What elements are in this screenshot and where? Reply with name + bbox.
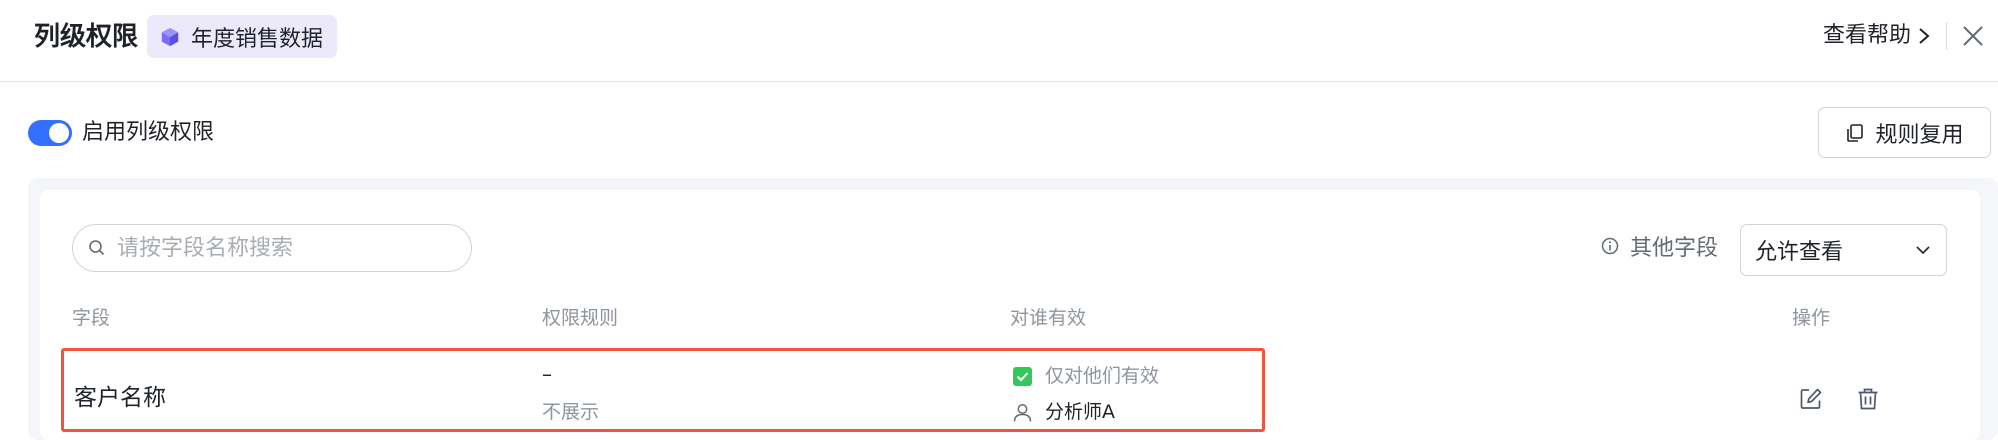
other-fields-select[interactable]: 允许查看 xyxy=(1740,224,1947,276)
user-icon xyxy=(1013,403,1032,422)
other-fields-label: 其他字段 xyxy=(1630,236,1719,261)
dataset-name: 年度销售数据 xyxy=(191,26,324,52)
row-scope-label: 仅对他们有效 xyxy=(1045,365,1160,387)
toggle-label: 启用列级权限 xyxy=(82,120,215,145)
close-icon[interactable] xyxy=(1958,21,1988,51)
dataset-tag: 年度销售数据 xyxy=(147,15,338,58)
cube-icon xyxy=(161,27,179,46)
row-member: 分析师A xyxy=(1012,398,1115,426)
toggle-knob xyxy=(49,123,69,143)
help-link[interactable]: 查看帮助 xyxy=(1823,20,1931,52)
edit-icon[interactable] xyxy=(1798,386,1824,412)
other-fields-selected-value: 允许查看 xyxy=(1755,240,1844,265)
chevron-down-icon xyxy=(1916,246,1930,255)
row-member-name: 分析师A xyxy=(1045,401,1115,423)
rule-reuse-label: 规则复用 xyxy=(1875,122,1964,148)
enable-column-permission-toggle[interactable] xyxy=(28,120,72,146)
enable-column-permission-row: 启用列级权限 xyxy=(28,118,214,148)
copy-icon xyxy=(1847,123,1864,142)
checkbox-checked-icon xyxy=(1013,366,1032,386)
column-header-actions: 操作 xyxy=(1792,307,1831,329)
trash-icon[interactable] xyxy=(1855,386,1881,412)
info-icon[interactable] xyxy=(1600,236,1620,256)
field-search-box[interactable] xyxy=(72,224,472,272)
rule-reuse-button[interactable]: 规则复用 xyxy=(1818,107,1991,158)
column-header-field: 字段 xyxy=(72,307,111,329)
help-label: 查看帮助 xyxy=(1823,23,1912,48)
row-rule-description: 不展示 xyxy=(542,401,600,423)
search-icon xyxy=(89,240,105,256)
modal-header: 列级权限 年度销售数据 查看帮助 xyxy=(0,0,1998,82)
row-field-name: 客户名称 xyxy=(74,385,166,411)
chevron-right-icon xyxy=(1919,28,1930,44)
row-scope: 仅对他们有效 xyxy=(1012,362,1159,390)
page-title: 列级权限 xyxy=(34,22,139,52)
other-fields-label-group: 其他字段 xyxy=(1600,230,1718,262)
row-rule-value: – xyxy=(542,362,552,386)
column-header-effective-for: 对谁有效 xyxy=(1010,307,1087,329)
column-header-rule: 权限规则 xyxy=(542,307,619,329)
header-divider xyxy=(1946,22,1947,50)
search-input[interactable] xyxy=(117,235,447,261)
